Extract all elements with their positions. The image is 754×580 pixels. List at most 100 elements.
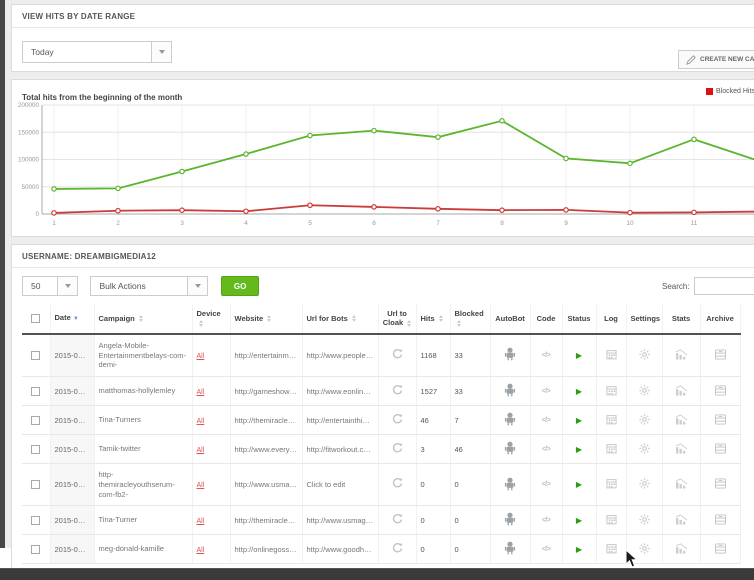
settings-cell[interactable] (626, 334, 662, 377)
log-cell[interactable] (596, 464, 626, 506)
url-to-cloak-cell[interactable] (378, 535, 416, 564)
code-cell[interactable]: </> (530, 435, 562, 464)
device-link[interactable]: All (197, 547, 205, 554)
log-cell[interactable] (596, 334, 626, 377)
url-to-cloak-cell[interactable] (378, 506, 416, 535)
sort-toggle-icon[interactable] (407, 320, 411, 327)
url-to-cloak-cell[interactable] (378, 435, 416, 464)
status-cell[interactable]: ▶ (562, 535, 596, 564)
device-link[interactable]: All (197, 447, 205, 454)
status-cell[interactable]: ▶ (562, 464, 596, 506)
device-link[interactable]: All (197, 353, 205, 360)
settings-cell[interactable] (626, 506, 662, 535)
stats-cell[interactable] (662, 506, 700, 535)
autobot-cell[interactable] (490, 506, 530, 535)
autobot-cell[interactable] (490, 535, 530, 564)
status-cell[interactable]: ▶ (562, 406, 596, 435)
stats-cell[interactable] (662, 435, 700, 464)
log-cell[interactable] (596, 406, 626, 435)
url-for-bots-cell[interactable]: http://www.goodhouseke... (302, 535, 378, 564)
status-cell[interactable]: ▶ (562, 334, 596, 377)
select-all-checkbox[interactable] (31, 314, 40, 323)
row-checkbox[interactable] (31, 416, 40, 425)
code-cell[interactable]: </> (530, 406, 562, 435)
url-for-bots-cell[interactable]: http://www.eonline.com/n... (302, 377, 378, 406)
col-header-campaign[interactable]: Campaign (94, 304, 192, 334)
col-header-website[interactable]: Website (230, 304, 302, 334)
code-cell[interactable]: </> (530, 535, 562, 564)
settings-cell[interactable] (626, 406, 662, 435)
device-link[interactable]: All (197, 518, 205, 525)
col-header-hits[interactable]: Hits (416, 304, 450, 334)
settings-cell[interactable] (626, 464, 662, 506)
stats-cell[interactable] (662, 377, 700, 406)
autobot-cell[interactable] (490, 334, 530, 377)
stats-cell[interactable] (662, 464, 700, 506)
device-link[interactable]: All (197, 482, 205, 489)
autobot-cell[interactable] (490, 377, 530, 406)
stats-cell[interactable] (662, 406, 700, 435)
url-to-cloak-cell[interactable] (378, 334, 416, 377)
archive-cell[interactable] (700, 435, 740, 464)
autobot-cell[interactable] (490, 435, 530, 464)
row-checkbox[interactable] (31, 480, 40, 489)
search-input[interactable] (694, 277, 754, 295)
sort-toggle-icon[interactable] (457, 320, 461, 327)
col-header-url-to-cloak[interactable]: Url to Cloak (378, 304, 416, 334)
code-cell[interactable]: </> (530, 464, 562, 506)
url-to-cloak-cell[interactable] (378, 377, 416, 406)
status-cell[interactable]: ▶ (562, 506, 596, 535)
log-cell[interactable] (596, 535, 626, 564)
sort-toggle-icon[interactable] (352, 315, 356, 322)
url-to-cloak-cell[interactable] (378, 406, 416, 435)
stats-cell[interactable] (662, 535, 700, 564)
archive-cell[interactable] (700, 506, 740, 535)
row-checkbox[interactable] (31, 351, 40, 360)
date-range-select[interactable]: Today (22, 41, 172, 63)
autobot-cell[interactable] (490, 464, 530, 506)
row-checkbox[interactable] (31, 387, 40, 396)
device-link[interactable]: All (197, 389, 205, 396)
url-for-bots-cell[interactable]: http://www.usmagazine.c... (302, 506, 378, 535)
settings-cell[interactable] (626, 435, 662, 464)
url-for-bots-cell[interactable]: http://entertainthis.usatod... (302, 406, 378, 435)
settings-cell[interactable] (626, 377, 662, 406)
col-header-device[interactable]: Device (192, 304, 230, 334)
url-to-cloak-cell[interactable] (378, 464, 416, 506)
col-header-date[interactable]: Date ▼ (50, 304, 94, 334)
archive-cell[interactable] (700, 377, 740, 406)
sort-toggle-icon[interactable] (267, 315, 271, 322)
sort-toggle-icon[interactable] (439, 315, 443, 322)
legend-swatch-blocked-hits (706, 88, 713, 95)
page-size-select[interactable]: 50 (22, 276, 78, 296)
sort-toggle-icon[interactable] (199, 320, 203, 327)
log-cell[interactable] (596, 506, 626, 535)
code-cell[interactable]: </> (530, 334, 562, 377)
col-header-url-for-bots[interactable]: Url for Bots (302, 304, 378, 334)
archive-cell[interactable] (700, 334, 740, 377)
code-cell[interactable]: </> (530, 377, 562, 406)
row-checkbox[interactable] (31, 516, 40, 525)
url-for-bots-cell[interactable]: Click to edit (302, 464, 378, 506)
bulk-actions-select[interactable]: Bulk Actions (90, 276, 208, 296)
log-cell[interactable] (596, 435, 626, 464)
archive-cell[interactable] (700, 406, 740, 435)
status-cell[interactable]: ▶ (562, 377, 596, 406)
go-button[interactable]: GO (221, 276, 259, 296)
sort-toggle-icon[interactable] (139, 315, 143, 322)
archive-cell[interactable] (700, 464, 740, 506)
create-new-campaign-button[interactable]: CREATE NEW CAMPAIGN (678, 50, 754, 69)
code-cell[interactable]: </> (530, 506, 562, 535)
device-link[interactable]: All (197, 418, 205, 425)
url-for-bots-cell[interactable]: http://fitworkout.com/ (302, 435, 378, 464)
url-for-bots-cell[interactable]: http://www.people.com/ar... (302, 334, 378, 377)
sort-desc-icon[interactable]: ▼ (73, 316, 79, 322)
row-checkbox[interactable] (31, 445, 40, 454)
status-cell[interactable]: ▶ (562, 435, 596, 464)
archive-cell[interactable] (700, 535, 740, 564)
autobot-cell[interactable] (490, 406, 530, 435)
col-header-blocked[interactable]: Blocked (450, 304, 490, 334)
row-checkbox[interactable] (31, 545, 40, 554)
log-cell[interactable] (596, 377, 626, 406)
stats-cell[interactable] (662, 334, 700, 377)
